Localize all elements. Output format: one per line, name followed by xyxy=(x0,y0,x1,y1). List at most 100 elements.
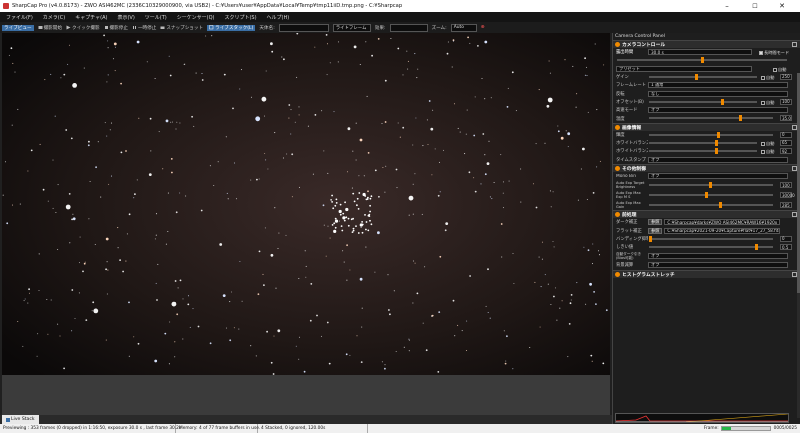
exposure-slider-knob[interactable] xyxy=(701,57,704,64)
record-button[interactable]: 撮影開始 xyxy=(38,25,62,31)
histogram-graph[interactable] xyxy=(615,413,789,423)
flat-browse-button[interactable]: 参照 xyxy=(648,227,663,234)
star xyxy=(353,200,356,203)
gain-slider[interactable] xyxy=(649,73,757,80)
wb-blue-auto-checkbox[interactable] xyxy=(761,150,765,155)
star xyxy=(366,95,368,97)
pin-icon[interactable] xyxy=(792,42,797,47)
max-exp-ms-slider-knob[interactable] xyxy=(705,192,708,199)
quick-capture-button[interactable]: クイック撮影 xyxy=(66,25,100,31)
threshold-slider-knob[interactable] xyxy=(755,244,758,251)
star xyxy=(484,173,487,176)
reticle-icon[interactable]: ⊕ xyxy=(481,25,485,30)
wb-blue-auto-toggle[interactable]: 自動 xyxy=(761,149,774,155)
wb-red-value[interactable]: 65 xyxy=(780,139,792,146)
star xyxy=(263,115,266,117)
menu-sequencer[interactable]: シーケンサー(Q) xyxy=(177,14,215,21)
menu-capture[interactable]: キャプチャ(A) xyxy=(75,14,107,21)
max-gain-slider[interactable] xyxy=(649,202,773,209)
gamma-value[interactable]: 0 xyxy=(780,131,792,138)
gamma-slider[interactable] xyxy=(649,131,773,138)
mono-bin-select[interactable]: オフ xyxy=(648,173,788,179)
bg-subtract-select[interactable]: オフ xyxy=(648,262,788,269)
wb-blue-slider-knob[interactable] xyxy=(715,148,718,155)
timestamp-select[interactable]: オフ xyxy=(648,156,788,163)
max-exp-ms-slider[interactable] xyxy=(649,192,773,199)
gain-slider-knob[interactable] xyxy=(695,73,698,80)
threshold-value[interactable]: 0.5 xyxy=(780,244,792,251)
live-stack-button[interactable]: ライブスタック(L) xyxy=(207,24,256,31)
long-mode-checkbox[interactable] xyxy=(759,51,763,55)
offset-slider-knob[interactable] xyxy=(721,98,724,105)
menu-file[interactable]: ファイル(F) xyxy=(6,14,33,21)
wb-red-auto-checkbox[interactable] xyxy=(761,141,765,146)
dark-path[interactable]: C:¥Sharpcap¥darks¥ZWO ASI462MC¥RAW16¥192… xyxy=(664,219,781,226)
close-icon[interactable]: ✕ xyxy=(772,0,792,12)
offset-auto-checkbox[interactable] xyxy=(761,100,765,105)
offset-auto-toggle[interactable]: 自動 xyxy=(761,100,774,106)
banding-slider[interactable] xyxy=(649,235,773,242)
minimize-icon[interactable]: – xyxy=(717,0,737,12)
maximize-icon[interactable]: ☐ xyxy=(745,0,765,12)
temp-slider-knob[interactable] xyxy=(739,115,742,122)
max-exp-ms-value[interactable]: 30000 xyxy=(780,192,795,199)
max-gain-slider-knob[interactable] xyxy=(719,202,722,209)
gain-value[interactable]: 250 xyxy=(780,73,792,80)
preset-auto-toggle[interactable]: 自動 xyxy=(773,67,786,73)
preset-auto-checkbox[interactable] xyxy=(773,67,777,72)
stop-capture-button[interactable]: 撮影停止 xyxy=(104,25,128,31)
effect-select[interactable] xyxy=(389,23,428,32)
target-brightness-slider-knob[interactable] xyxy=(709,182,712,189)
banding-value[interactable]: 0 xyxy=(780,235,792,242)
long-mode-toggle[interactable]: 長時間モード xyxy=(759,50,789,56)
section-image-info[interactable]: 画像情報 xyxy=(613,122,800,131)
star xyxy=(201,72,203,75)
snapshot-button[interactable]: スナップショット xyxy=(160,25,203,31)
exposure-input[interactable]: 30.0 s xyxy=(648,49,752,56)
wb-red-auto-toggle[interactable]: 自動 xyxy=(761,141,774,147)
flat-path[interactable]: C:¥Sharpcap¥2021-09-20¥Capture¥flat¥17_2… xyxy=(664,227,781,234)
wb-red-slider-knob[interactable] xyxy=(715,139,718,146)
gain-auto-toggle[interactable]: 自動 xyxy=(761,75,774,81)
wb-blue-slider[interactable] xyxy=(649,148,757,155)
star xyxy=(335,202,338,204)
preset-select[interactable]: プリセット xyxy=(616,65,752,72)
frame-type-select[interactable]: ライトフレーム xyxy=(332,23,371,32)
framerate-select[interactable]: 1 通常 xyxy=(648,82,788,89)
tab-live-stack[interactable]: Live Stack xyxy=(2,415,39,424)
temp-slider[interactable] xyxy=(649,115,773,122)
star xyxy=(342,212,345,215)
max-gain-value[interactable]: 285 xyxy=(780,202,792,209)
live-view-button[interactable]: ライブビュー xyxy=(2,24,34,31)
menu-scripting[interactable]: スクリプト(S) xyxy=(224,14,256,21)
threshold-slider[interactable] xyxy=(649,244,773,251)
gain-auto-checkbox[interactable] xyxy=(761,75,765,80)
star xyxy=(4,161,7,163)
menu-tools[interactable]: ツール(T) xyxy=(145,14,167,21)
section-misc-control[interactable]: その他制御 xyxy=(613,163,800,172)
menu-help[interactable]: ヘルプ(H) xyxy=(267,14,290,21)
section-histogram[interactable]: ヒストグラムストレッチ xyxy=(613,269,800,278)
exposure-slider[interactable] xyxy=(617,57,787,64)
zoom-select[interactable]: Auto xyxy=(450,23,477,32)
menu-view[interactable]: 表示(V) xyxy=(117,14,134,21)
dark-browse-button[interactable]: 参照 xyxy=(648,219,663,226)
menu-camera[interactable]: カメラ(C) xyxy=(43,14,65,21)
autodark-select[interactable]: オフ xyxy=(648,253,788,260)
banding-slider-knob[interactable] xyxy=(649,235,652,242)
section-camera-control[interactable]: カメラコントロール xyxy=(613,40,800,48)
flip-select[interactable]: なし xyxy=(648,90,788,97)
section-preprocessing[interactable]: 前処理 xyxy=(613,210,800,219)
target-name-input[interactable] xyxy=(278,23,329,32)
wb-blue-value[interactable]: 92 xyxy=(780,148,792,155)
speed-select[interactable]: オフ xyxy=(648,107,788,114)
gamma-slider-knob[interactable] xyxy=(717,131,720,138)
offset-slider[interactable] xyxy=(649,98,757,105)
offset-value[interactable]: 100 xyxy=(780,98,792,105)
star xyxy=(46,298,48,301)
image-preview[interactable] xyxy=(2,33,610,375)
target-brightness-value[interactable]: 100 xyxy=(780,182,792,189)
pause-button[interactable]: 一時停止 xyxy=(132,25,156,31)
target-brightness-slider[interactable] xyxy=(649,182,773,189)
wb-red-slider[interactable] xyxy=(649,139,757,146)
